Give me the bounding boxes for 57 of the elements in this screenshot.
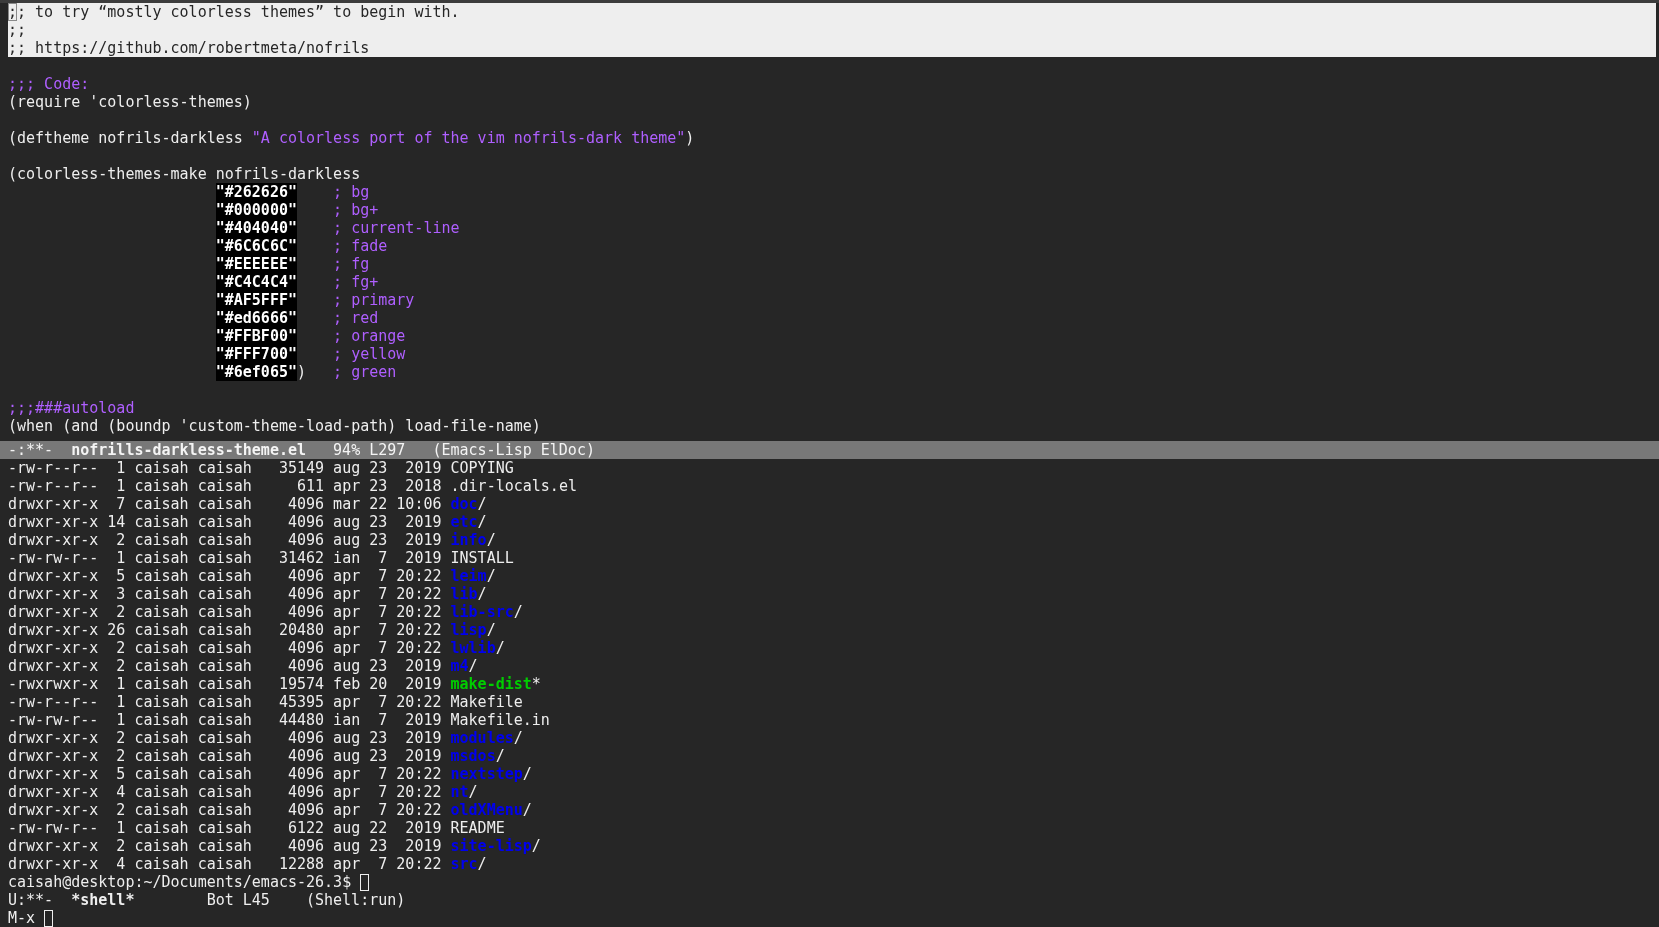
file-entry: drwxr-xr-x 2 caisah caisah 4096 apr 7 20:22 oldXMenu/ bbox=[8, 801, 532, 819]
file-entry: drwxr-xr-x 2 caisah caisah 4096 apr 7 20:22 lib-src/ bbox=[8, 603, 523, 621]
code-line: (when (and (boundp 'custom-theme-load-path) load-file-name) bbox=[8, 417, 541, 435]
code-line: ;;; Code: bbox=[8, 75, 90, 93]
file-entry: drwxr-xr-x 2 caisah caisah 4096 apr 7 20:22 lwlib/ bbox=[8, 639, 505, 657]
minibuffer-prompt: M-x bbox=[8, 909, 36, 927]
buffer-position: 94% bbox=[333, 441, 361, 459]
file-entry: drwxr-xr-x 2 caisah caisah 4096 aug 23 2019 msdos/ bbox=[8, 747, 505, 765]
file-entry: drwxr-xr-x 7 caisah caisah 4096 mar 22 10:06 doc/ bbox=[8, 495, 487, 513]
file-entry: -rw-r--r-- 1 caisah caisah 35149 aug 23 2019 COPYING bbox=[8, 459, 514, 477]
file-entry: drwxr-xr-x 4 caisah caisah 12288 apr 7 20:22 src/ bbox=[8, 855, 487, 873]
code-line: "#262626" ; bg bbox=[215, 183, 370, 201]
line-number: L45 bbox=[242, 891, 270, 909]
buffer-status: U:**- bbox=[8, 891, 54, 909]
file-entry: -rw-r--r-- 1 caisah caisah 45395 apr 7 20:22 Makefile bbox=[8, 693, 523, 711]
file-entry: -rw-rw-r-- 1 caisah caisah 44480 ian 7 2019 Makefile.in bbox=[8, 711, 550, 729]
file-entry: drwxr-xr-x 5 caisah caisah 4096 apr 7 20:22 nextstep/ bbox=[8, 765, 532, 783]
file-entry: drwxr-xr-x 5 caisah caisah 4096 apr 7 20:22 leim/ bbox=[8, 567, 496, 585]
file-entry: drwxr-xr-x 2 caisah caisah 4096 aug 23 2019 modules/ bbox=[8, 729, 523, 747]
code-line: (require 'colorless-themes) bbox=[8, 93, 252, 111]
code-line: "#FFBF00" ; orange bbox=[215, 327, 406, 345]
file-entry: drwxr-xr-x 14 caisah caisah 4096 aug 23 2019 etc/ bbox=[8, 513, 487, 531]
code-line: ;; https://github.com/robertmeta/nofrils bbox=[8, 39, 370, 57]
buffer-status: -:**- bbox=[8, 441, 54, 459]
cursor-icon bbox=[360, 874, 370, 891]
code-line: ;; to try “mostly colorless themes” to begin with. bbox=[8, 3, 460, 21]
code-line: "#AF5FFF" ; primary bbox=[215, 291, 415, 309]
line-number: L297 bbox=[369, 441, 406, 459]
file-entry: -rw-rw-r-- 1 caisah caisah 31462 ian 7 2019 INSTALL bbox=[8, 549, 514, 567]
buffer-position: Bot bbox=[206, 891, 234, 909]
code-line: "#000000" ; bg+ bbox=[215, 201, 379, 219]
buffer-name: *shell* bbox=[71, 891, 135, 909]
file-entry: drwxr-xr-x 3 caisah caisah 4096 apr 7 20:22 lib/ bbox=[8, 585, 487, 603]
cursor-icon bbox=[44, 910, 54, 927]
file-entry: drwxr-xr-x 2 caisah caisah 4096 aug 23 2019 info/ bbox=[8, 531, 496, 549]
shell-prompt: caisah@desktop:~/Documents/emacs-26.3$ bbox=[8, 873, 352, 891]
file-entry: drwxr-xr-x 4 caisah caisah 4096 apr 7 20:22 nt/ bbox=[8, 783, 478, 801]
file-entry: -rwxrwxr-x 1 caisah caisah 19574 feb 20 2019 make-dist* bbox=[8, 675, 541, 693]
code-line: "#404040" ; current-line bbox=[215, 219, 460, 237]
major-mode: (Shell:run) bbox=[305, 891, 406, 909]
code-line: (colorless-themes-make nofrils-darkless bbox=[8, 165, 361, 183]
code-line: "#C4C4C4" ; fg+ bbox=[215, 273, 379, 291]
code-line: "#6ef065") ; green bbox=[215, 363, 397, 381]
code-line: "#6C6C6C" ; fade bbox=[215, 237, 388, 255]
file-entry: drwxr-xr-x 2 caisah caisah 4096 aug 23 2019 site-lisp/ bbox=[8, 837, 541, 855]
code-line: "#EEEEEE" ; fg bbox=[215, 255, 370, 273]
file-entry: -rw-rw-r-- 1 caisah caisah 6122 aug 22 2019 README bbox=[8, 819, 505, 837]
code-line: (deftheme nofrils-darkless "A colorless port of the vim nofrils-dark theme") bbox=[8, 129, 695, 147]
code-line: ;;;###autoload bbox=[8, 399, 135, 417]
buffer-name: nofrills-darkless-theme.el bbox=[71, 441, 306, 459]
code-line: "#FFF700" ; yellow bbox=[215, 345, 406, 363]
file-entry: -rw-r--r-- 1 caisah caisah 611 apr 23 2018 .dir-locals.el bbox=[8, 477, 577, 495]
file-entry: drwxr-xr-x 26 caisah caisah 20480 apr 7 20:22 lisp/ bbox=[8, 621, 496, 639]
code-line: ;; bbox=[8, 21, 27, 39]
code-line: "#ed6666" ; red bbox=[215, 309, 379, 327]
file-entry: drwxr-xr-x 2 caisah caisah 4096 aug 23 2019 m4/ bbox=[8, 657, 478, 675]
major-mode: (Emacs-Lisp ElDoc) bbox=[432, 441, 595, 459]
